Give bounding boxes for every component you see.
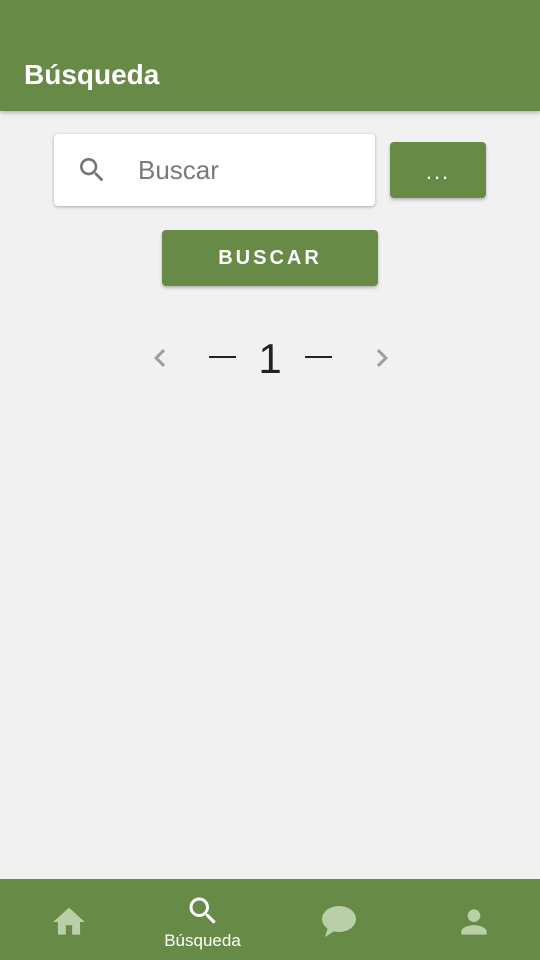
chat-icon [322, 906, 356, 937]
nav-label-search: Búsqueda [164, 931, 241, 950]
nav-item-chat[interactable] [270, 879, 405, 960]
page-title: Búsqueda [24, 59, 160, 90]
chevron-left-icon[interactable] [142, 340, 178, 376]
app-bar: Búsqueda [0, 0, 540, 111]
home-icon [53, 907, 85, 935]
nav-item-home[interactable] [0, 879, 135, 960]
search-box[interactable] [54, 134, 375, 206]
app-screen: Búsqueda ... BUSCAR 1 [0, 0, 540, 960]
more-options-button[interactable]: ... [390, 142, 486, 198]
pager-divider-right [305, 356, 332, 358]
search-button[interactable]: BUSCAR [162, 230, 378, 286]
pager-divider-left [209, 356, 236, 358]
nav-item-profile[interactable] [405, 879, 540, 960]
nav-item-search[interactable]: Búsqueda [135, 879, 270, 960]
current-page-number: 1 [258, 335, 282, 382]
bottom-navigation: Búsqueda [0, 879, 540, 960]
chevron-right-icon[interactable] [364, 340, 400, 376]
person-icon [461, 909, 487, 935]
search-icon [189, 897, 216, 924]
search-input[interactable] [138, 148, 358, 192]
search-icon [76, 154, 108, 186]
